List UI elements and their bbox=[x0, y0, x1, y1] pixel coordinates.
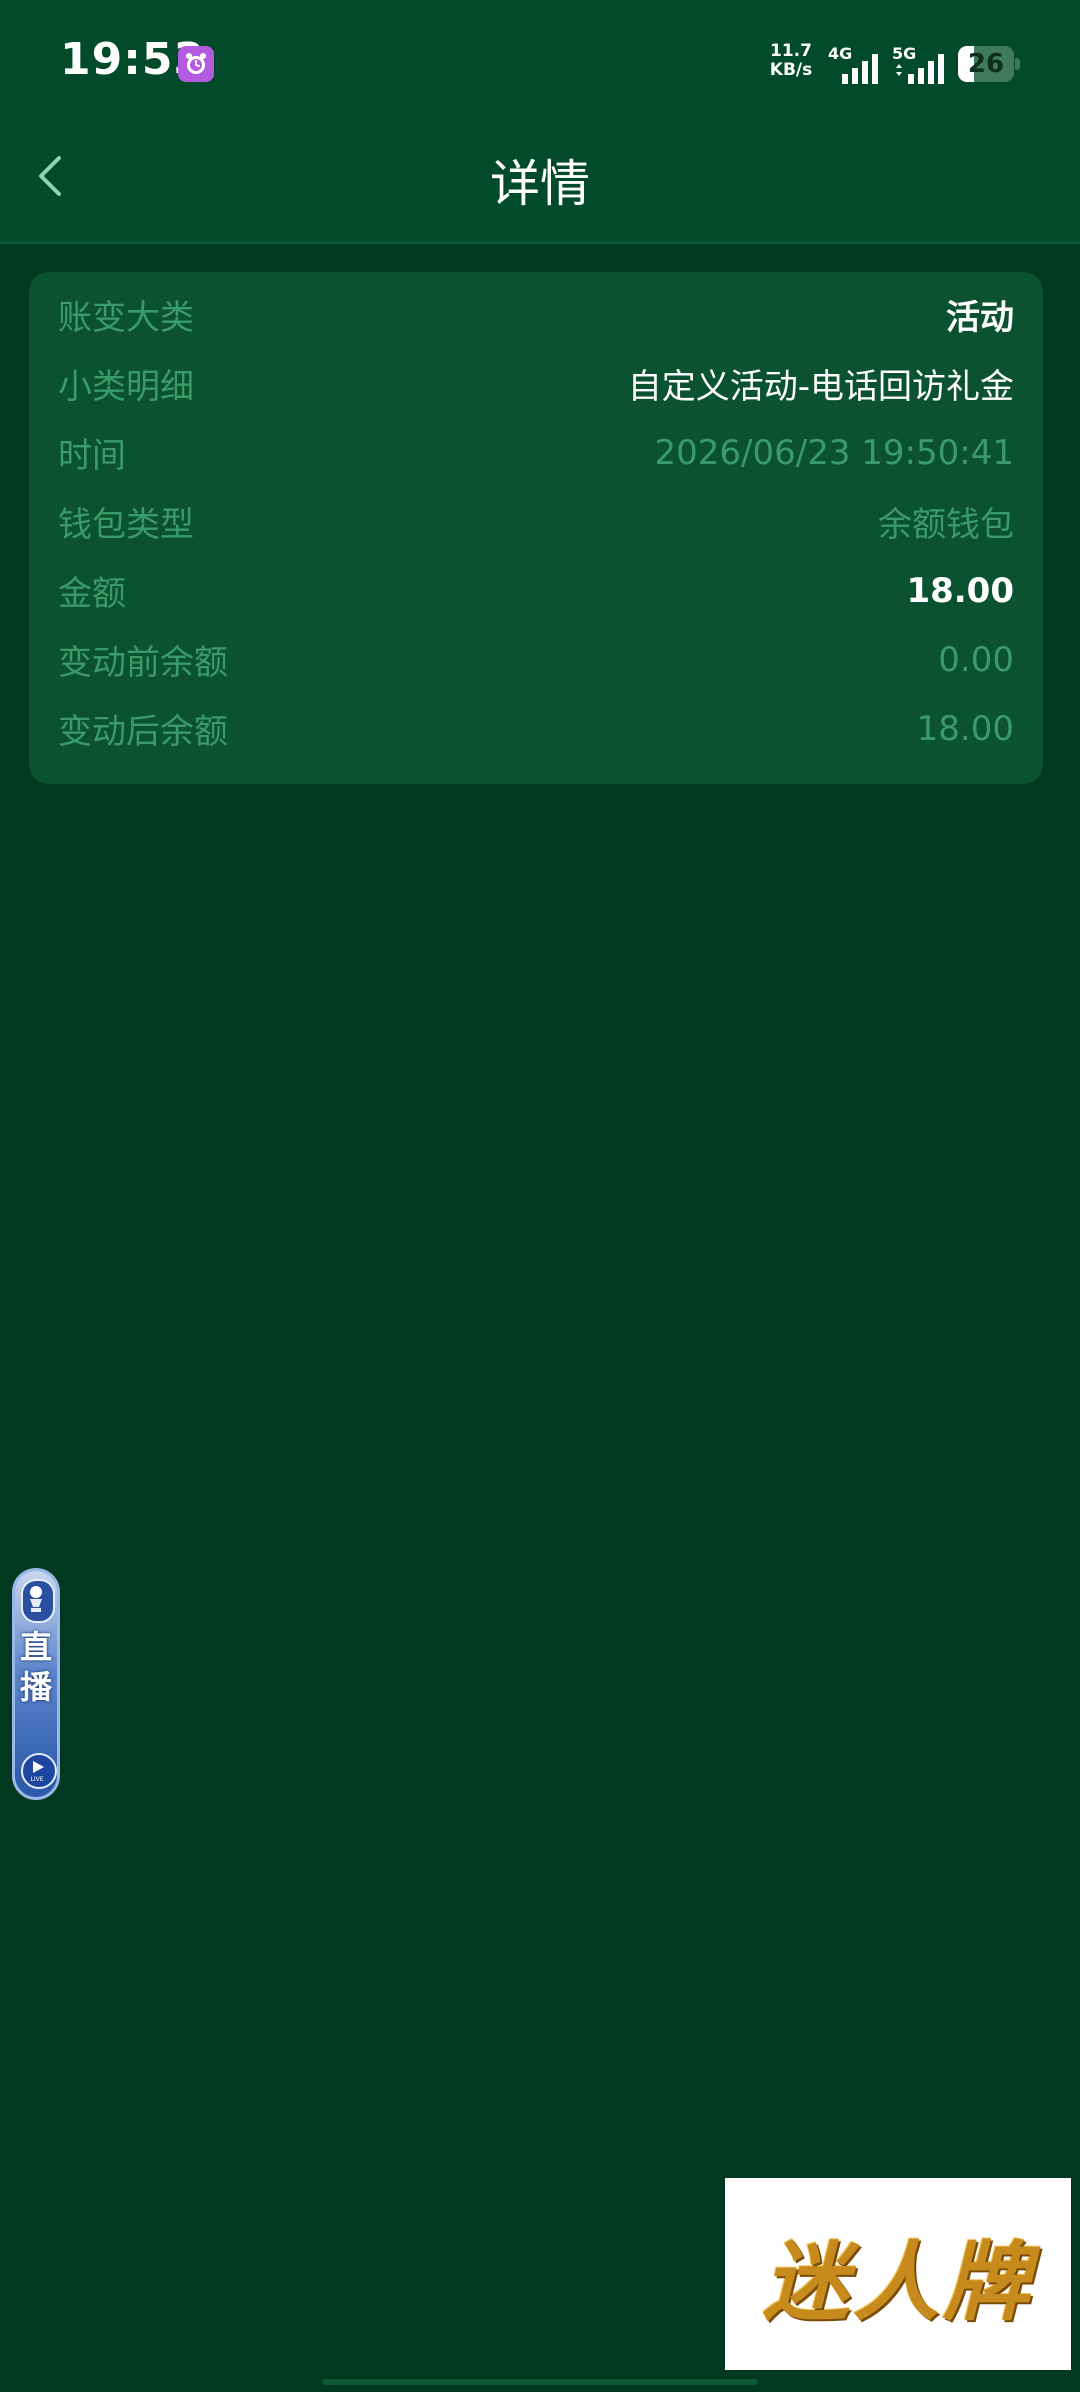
signal-1-icon bbox=[842, 54, 878, 84]
battery-tip bbox=[1015, 58, 1020, 70]
detail-value: 18.00 bbox=[916, 708, 1014, 749]
detail-label: 钱包类型 bbox=[58, 505, 194, 545]
detail-value: 余额钱包 bbox=[878, 505, 1014, 545]
live-stream-float-button[interactable]: 直 播 LIVE bbox=[12, 1568, 60, 1800]
detail-row-category: 账变大类 活动 bbox=[58, 280, 1014, 349]
detail-label: 变动前余额 bbox=[58, 643, 228, 683]
detail-row-balance-before: 变动前余额 0.00 bbox=[58, 625, 1014, 694]
detail-value: 0.00 bbox=[938, 639, 1014, 680]
detail-label: 账变大类 bbox=[58, 298, 194, 338]
detail-row-amount: 金额 18.00 bbox=[58, 556, 1014, 625]
detail-row-time: 时间 2026/06/23 19:50:41 bbox=[58, 418, 1014, 487]
network-speed-unit: KB/s bbox=[769, 60, 813, 80]
battery-indicator: 26 bbox=[958, 46, 1020, 82]
network-speed-value: 11.7 bbox=[770, 41, 812, 61]
page-title: 详情 bbox=[490, 155, 590, 213]
detail-value: 自定义活动-电话回访礼金 bbox=[627, 367, 1014, 407]
detail-label: 变动后余额 bbox=[58, 712, 228, 752]
detail-value: 18.00 bbox=[906, 570, 1014, 611]
screen: 19:53 11.7 KB/s 4G 5G 26 详情 账变大类 活动 小类明细… bbox=[0, 0, 1080, 2392]
signal-2-icon bbox=[896, 54, 944, 84]
live-label-line-2: 播 bbox=[19, 1668, 52, 1706]
live-label-line-1: 直 bbox=[19, 1628, 52, 1666]
battery-level: 26 bbox=[967, 49, 1005, 79]
detail-label: 时间 bbox=[58, 436, 126, 476]
home-indicator[interactable] bbox=[322, 2379, 758, 2385]
live-badge: LIVE bbox=[30, 1776, 43, 1783]
detail-row-balance-after: 变动后余额 18.00 bbox=[58, 694, 1014, 763]
network-speed: 11.7 KB/s bbox=[765, 42, 817, 80]
detail-label: 金额 bbox=[58, 574, 126, 614]
trophy-icon bbox=[21, 1579, 55, 1623]
brand-logo-text: 迷人牌 bbox=[763, 2231, 1033, 2333]
detail-card: 账变大类 活动 小类明细 自定义活动-电话回访礼金 时间 2026/06/23 … bbox=[29, 272, 1043, 784]
play-icon: LIVE bbox=[21, 1753, 57, 1789]
detail-label: 小类明细 bbox=[58, 367, 194, 407]
detail-value: 2026/06/23 19:50:41 bbox=[654, 432, 1014, 473]
live-label: 直 播 bbox=[15, 1627, 57, 1707]
brand-banner[interactable]: 迷人牌 bbox=[725, 2178, 1071, 2370]
nav-bar: 详情 bbox=[0, 120, 1080, 242]
detail-value: 活动 bbox=[946, 298, 1014, 338]
alarm-app-icon bbox=[178, 46, 214, 82]
top-area: 19:53 11.7 KB/s 4G 5G 26 详情 bbox=[0, 0, 1080, 244]
detail-row-subcategory: 小类明细 自定义活动-电话回访礼金 bbox=[58, 349, 1014, 418]
detail-row-wallet-type: 钱包类型 余额钱包 bbox=[58, 487, 1014, 556]
status-bar: 19:53 11.7 KB/s 4G 5G 26 bbox=[0, 0, 1080, 120]
